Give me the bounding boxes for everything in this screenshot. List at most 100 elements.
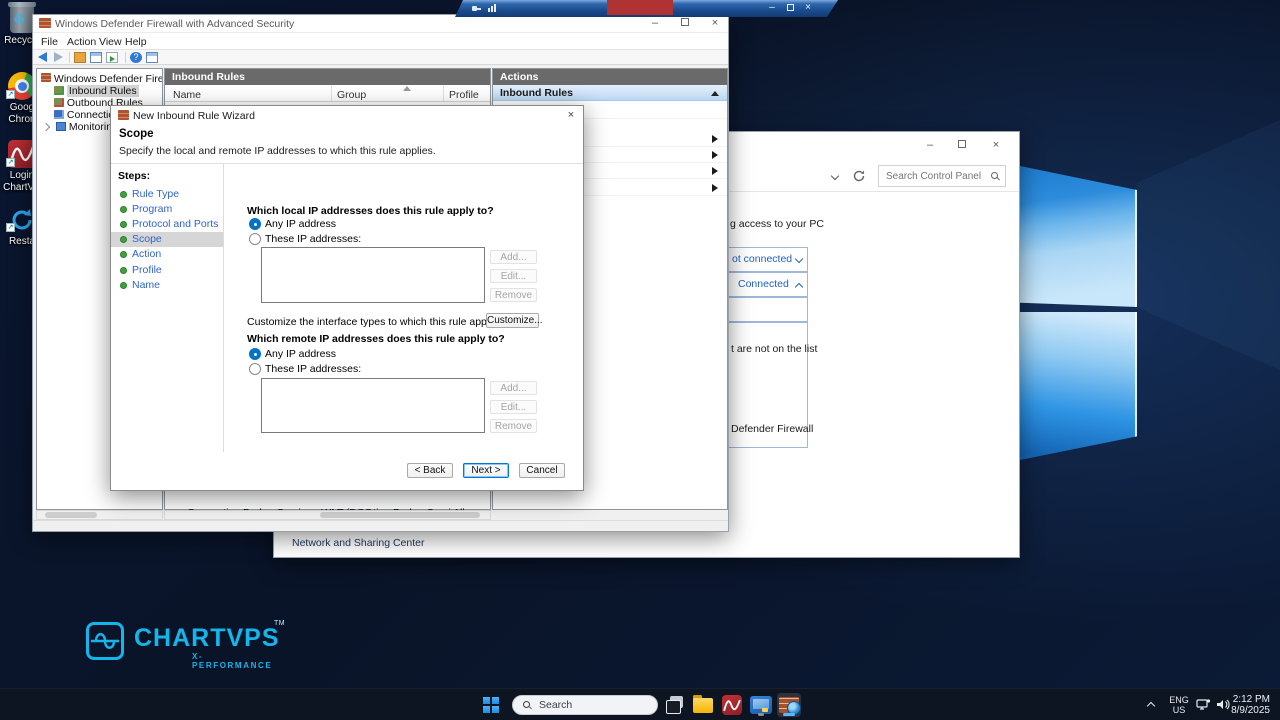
export-list-icon[interactable] (106, 52, 118, 63)
address-dropdown-icon[interactable] (830, 171, 840, 181)
actions-header: Actions (493, 69, 727, 85)
control-panel-search-input[interactable] (878, 165, 1006, 187)
close-icon[interactable]: × (563, 108, 579, 123)
brand-name: CHARTVPS (134, 624, 280, 652)
local-ip-listbox[interactable] (261, 247, 485, 303)
step-rule-type[interactable]: Rule Type (111, 187, 223, 202)
language-indicator[interactable]: ENG US (1168, 695, 1190, 715)
remote-any-ip-label: Any IP address (265, 348, 337, 360)
list-panel-header: Inbound Rules (165, 69, 490, 85)
brand-tagline: X-PERFORMANCE (192, 652, 273, 670)
rdp-minimize-button[interactable]: – (765, 2, 779, 14)
network-icon[interactable] (1196, 698, 1211, 711)
maximize-button[interactable] (674, 16, 696, 32)
taskbar-search[interactable]: Search (512, 695, 658, 715)
rdp-close-button[interactable]: × (801, 2, 815, 14)
running-indicator (758, 713, 764, 716)
file-explorer-button[interactable] (691, 693, 715, 717)
back-icon[interactable] (38, 52, 50, 63)
firewall-titlebar[interactable]: Windows Defender Firewall with Advanced … (33, 15, 728, 33)
remote-these-ip-label: These IP addresses: (265, 363, 362, 375)
tree-root-label: Windows Defender Firewall with Advanced … (53, 73, 162, 85)
tray-expand-icon[interactable] (1146, 701, 1156, 711)
up-level-icon[interactable] (74, 52, 86, 63)
firewall-app-icon (39, 18, 51, 28)
show-panel-icon[interactable] (146, 52, 158, 63)
pin-icon[interactable] (472, 5, 481, 12)
menu-action[interactable]: Action (67, 36, 96, 48)
local-these-ip-radio[interactable] (249, 233, 261, 245)
collapse-icon[interactable] (711, 91, 719, 96)
taskbar: Search ENG US 2:12 PM 8/9/2025 (0, 688, 1280, 720)
cp-text-access: g access to your PC (730, 218, 824, 230)
display-app-button[interactable] (749, 693, 773, 717)
expander-icon[interactable] (41, 122, 51, 132)
cp-dropdown-label: ot connected (732, 253, 793, 265)
close-button[interactable]: × (704, 16, 726, 32)
cp-text-not-on-list: t are not on the list (731, 343, 818, 355)
menu-bar: File Action View Help (33, 33, 728, 50)
shortcut-arrow-icon: ↗ (6, 222, 15, 232)
start-button[interactable] (483, 697, 499, 713)
firewall-app-button-active[interactable] (777, 693, 801, 717)
column-profile[interactable]: Profile (449, 89, 479, 101)
cancel-button[interactable]: Cancel (519, 463, 565, 478)
remote-ip-listbox[interactable] (261, 378, 485, 433)
tree-item-inbound-rules[interactable]: Inbound Rules (37, 85, 162, 97)
remote-any-ip-radio[interactable] (249, 348, 261, 360)
list-hscrollbar[interactable] (164, 510, 491, 520)
minimize-button[interactable]: – (644, 16, 666, 32)
remote-remove-button[interactable]: Remove (490, 419, 537, 433)
step-action[interactable]: Action (111, 247, 223, 262)
volume-icon[interactable] (1216, 698, 1231, 711)
task-view-button[interactable] (662, 693, 686, 717)
local-these-ip-label: These IP addresses: (265, 233, 362, 245)
customize-label: Customize the interface types to which t… (247, 316, 506, 328)
column-header-row: Name Group Profile (165, 85, 490, 102)
network-sharing-center-link[interactable]: Network and Sharing Center (292, 537, 425, 549)
rdp-connection-bar[interactable]: – × (455, 0, 838, 17)
local-add-button[interactable]: Add... (490, 250, 537, 264)
sort-indicator-icon (403, 86, 411, 91)
step-protocol-ports[interactable]: Protocol and Ports (111, 217, 223, 232)
wizard-title: New Inbound Rule Wizard (133, 110, 255, 122)
remote-these-ip-radio[interactable] (249, 363, 261, 375)
actions-group-header[interactable]: Inbound Rules (493, 85, 727, 101)
search-label: Search (539, 699, 573, 711)
chartvps-app-button[interactable] (720, 693, 744, 717)
close-button[interactable]: × (985, 138, 1007, 154)
actions-group-label: Inbound Rules (500, 87, 573, 99)
step-name[interactable]: Name (111, 278, 223, 293)
chevron-up-icon (794, 282, 804, 292)
rdp-restore-button[interactable] (783, 3, 797, 15)
menu-view[interactable]: View (99, 36, 122, 48)
active-indicator (783, 713, 795, 716)
tree-item-label: Inbound Rules (66, 85, 139, 97)
toolbar: ? (33, 50, 728, 65)
column-group[interactable]: Group (337, 89, 366, 101)
step-program[interactable]: Program (111, 202, 223, 217)
remote-add-button[interactable]: Add... (490, 381, 537, 395)
next-button[interactable]: Next > (463, 463, 509, 478)
tree-hscrollbar[interactable] (36, 510, 163, 520)
menu-file[interactable]: File (41, 36, 58, 48)
wizard-icon (118, 110, 129, 120)
column-name[interactable]: Name (173, 89, 201, 101)
local-remove-button[interactable]: Remove (490, 288, 537, 302)
taskbar-clock[interactable]: 2:12 PM 8/9/2025 (1231, 694, 1270, 716)
forward-icon[interactable] (54, 52, 66, 63)
back-button[interactable]: < Back (407, 463, 453, 478)
help-icon[interactable]: ? (130, 52, 142, 63)
local-any-ip-radio[interactable] (249, 218, 261, 230)
local-edit-button[interactable]: Edit... (490, 269, 537, 283)
step-scope[interactable]: Scope (111, 232, 223, 247)
refresh-icon[interactable] (852, 169, 866, 183)
tree-root[interactable]: Windows Defender Firewall with Advanced … (37, 73, 162, 85)
maximize-button[interactable] (951, 138, 973, 154)
step-profile[interactable]: Profile (111, 263, 223, 278)
console-tree-icon[interactable] (90, 52, 102, 63)
customize-button[interactable]: Customize... (486, 313, 543, 328)
remote-edit-button[interactable]: Edit... (490, 400, 537, 414)
minimize-button[interactable]: – (919, 138, 941, 154)
menu-help[interactable]: Help (125, 36, 147, 48)
